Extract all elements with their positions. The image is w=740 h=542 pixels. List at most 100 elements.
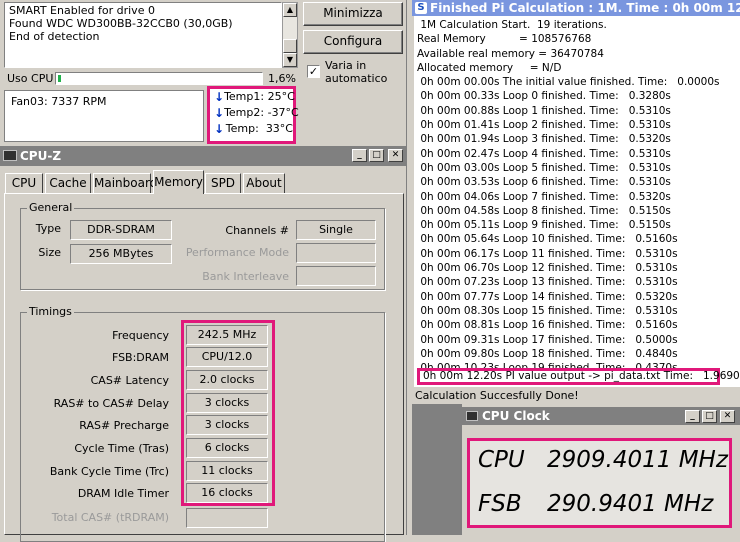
tab-memory[interactable]: Memory <box>153 170 204 194</box>
cpuz-titlebar[interactable]: CPU-Z _ □ ✕ <box>0 146 406 166</box>
temp-value: 25°C <box>267 90 295 103</box>
close-icon[interactable]: ✕ <box>388 149 403 162</box>
cpu-clock-cpu-value: 2909.4011 MHz <box>547 447 728 473</box>
timing-value: 3 clocks <box>186 393 268 413</box>
scroll-up-icon[interactable]: ▲ <box>283 3 297 17</box>
performance-mode-value <box>296 243 376 263</box>
minimize-icon[interactable]: _ <box>352 149 367 162</box>
temp-label: Temp: <box>225 122 259 135</box>
desktop-area <box>412 404 462 535</box>
pi-log-line: Real Memory = 108576768 <box>417 33 592 46</box>
pi-log-line: 0h 00m 09.31s Loop 17 finished. Time: 0.… <box>417 333 678 346</box>
pi-log-line: 0h 00m 08.81s Loop 16 finished. Time: 0.… <box>417 319 678 332</box>
pi-log-line: Available real memory = 36470784 <box>417 47 604 60</box>
close-icon[interactable]: ✕ <box>720 410 735 423</box>
log-scrollbar[interactable]: ▲ ▼ <box>282 2 298 68</box>
tab-about[interactable]: About <box>243 173 285 193</box>
pi-log-lines: 1M Calculation Start. 19 iterations. Real… <box>417 18 740 375</box>
arrow-down-icon: ↓ <box>214 106 225 120</box>
timings-group-label: Timings <box>27 305 74 318</box>
temp-value: 33°C <box>265 122 293 135</box>
cpuz-app-icon <box>3 150 17 161</box>
tab-cache[interactable]: Cache <box>45 173 91 193</box>
configure-button[interactable]: Configura <box>303 30 403 54</box>
cpuz-title: CPU-Z <box>20 149 62 163</box>
temperature-panel: ↓ Temp1: 25°C ↓ Temp2: -37°C ↓ Temp: 33°C <box>207 86 299 144</box>
channels-label: Channels # <box>225 224 289 237</box>
timing-value: 242.5 MHz <box>186 325 268 345</box>
log-line: End of detection <box>9 30 100 43</box>
pi-log-line: 0h 00m 06.70s Loop 12 finished. Time: 0.… <box>417 262 678 275</box>
pi-log-line: 0h 00m 04.06s Loop 7 finished. Time: 0.5… <box>417 190 671 203</box>
cpu-clock-fsb-label: FSB <box>478 491 522 517</box>
arrow-down-icon: ↓ <box>214 122 225 136</box>
pi-titlebar[interactable]: S Finished Pi Calculation : 1M. Time : 0… <box>412 0 740 16</box>
timing-label: FSB:DRAM <box>111 351 169 364</box>
pi-log-line: 0h 00m 01.94s Loop 3 finished. Time: 0.5… <box>417 133 671 146</box>
fan-speed-readout: Fan03: 7337 RPM <box>4 90 204 142</box>
temp-row: ↓ Temp2: -37°C <box>210 105 299 121</box>
timing-label: RAS# to CAS# Delay <box>53 397 169 410</box>
pi-log-line: 0h 00m 00.00s The initial value finished… <box>417 76 720 89</box>
maximize-icon[interactable]: □ <box>369 149 384 162</box>
pi-log-line: 0h 00m 01.41s Loop 2 finished. Time: 0.5… <box>417 119 671 132</box>
tab-mainboard[interactable]: Mainboard <box>93 173 157 193</box>
total-cas-label: Total CAS# (tRDRAM) <box>51 511 169 524</box>
pi-log-line: 0h 00m 09.80s Loop 18 finished. Time: 0.… <box>417 347 678 360</box>
minimize-icon[interactable]: _ <box>685 410 700 423</box>
type-value: DDR-SDRAM <box>70 220 172 240</box>
cpu-clock-cpu-label: CPU <box>478 447 525 473</box>
pi-log-line: 0h 00m 00.33s Loop 0 finished. Time: 0.3… <box>417 90 671 103</box>
arrow-down-icon: ↓ <box>214 90 225 104</box>
size-label: Size <box>38 246 61 259</box>
size-value: 256 MBytes <box>70 244 172 264</box>
timing-value: CPU/12.0 <box>186 347 268 367</box>
scroll-down-icon[interactable]: ▼ <box>283 53 297 67</box>
temp-label: Temp2: <box>224 106 265 119</box>
vary-label: Varia in automatico <box>325 59 387 85</box>
cpu-clock-app-icon <box>466 411 478 421</box>
scroll-thumb[interactable] <box>283 39 297 53</box>
cpu-clock-fsb-value: 290.9401 MHz <box>547 491 714 517</box>
timing-label: Cycle Time (Tras) <box>74 442 169 455</box>
timing-value: 2.0 clocks <box>186 370 268 390</box>
pi-log-line: 0h 00m 03.00s Loop 5 finished. Time: 0.5… <box>417 161 671 174</box>
timing-label: RAS# Precharge <box>79 419 169 432</box>
maximize-icon[interactable]: □ <box>702 410 717 423</box>
timing-label: Bank Cycle Time (Trc) <box>49 465 169 478</box>
cpu-usage-label: Uso CPU <box>7 72 54 85</box>
pi-log-line: 0h 00m 04.58s Loop 8 finished. Time: 0.5… <box>417 204 671 217</box>
timing-label: Frequency <box>112 329 169 342</box>
bank-interleave-value <box>296 266 376 286</box>
timing-value: 11 clocks <box>186 461 268 481</box>
general-group-label: General <box>27 201 75 214</box>
pi-log-line: 0h 00m 03.53s Loop 6 finished. Time: 0.5… <box>417 176 671 189</box>
cpu-usage-bar <box>55 72 263 85</box>
pi-status: Calculation Succesfully Done! <box>415 389 579 402</box>
pi-title: Finished Pi Calculation : 1M. Time : 0h … <box>430 1 740 15</box>
timing-value: 3 clocks <box>186 415 268 435</box>
channels-value: Single <box>296 220 376 240</box>
performance-mode-label: Performance Mode <box>185 246 289 259</box>
tab-spd[interactable]: SPD <box>205 173 241 193</box>
pi-log-line: 1M Calculation Start. 19 iterations. <box>417 19 607 31</box>
pi-log-line: 0h 00m 07.23s Loop 13 finished. Time: 0.… <box>417 276 678 289</box>
timing-value: 16 clocks <box>186 483 268 503</box>
timing-label: DRAM Idle Timer <box>77 487 169 500</box>
temp-row: ↓ Temp: 33°C <box>210 121 293 137</box>
pi-log-line: 0h 00m 06.17s Loop 11 finished. Time: 0.… <box>417 247 678 260</box>
log-line: SMART Enabled for drive 0 <box>9 4 155 17</box>
cpu-usage-fill <box>58 75 61 82</box>
type-label: Type <box>35 222 61 235</box>
fan-speed-text: Fan03: 7337 RPM <box>11 95 107 108</box>
cpu-clock-titlebar[interactable]: CPU Clock _ □ ✕ <box>462 407 740 425</box>
bank-interleave-label: Bank Interleave <box>202 270 289 283</box>
minimize-button[interactable]: Minimizza <box>303 2 403 26</box>
vary-checkbox[interactable]: ✓ <box>307 65 320 78</box>
tab-cpu[interactable]: CPU <box>5 173 43 193</box>
log-textbox[interactable]: SMART Enabled for drive 0 Found WDC WD30… <box>4 2 282 68</box>
vary-label-line2: automatico <box>325 72 388 85</box>
pi-log-line: Allocated memory = N/D <box>417 61 562 74</box>
timing-label: CAS# Latency <box>90 374 169 387</box>
total-cas-value <box>186 508 268 528</box>
